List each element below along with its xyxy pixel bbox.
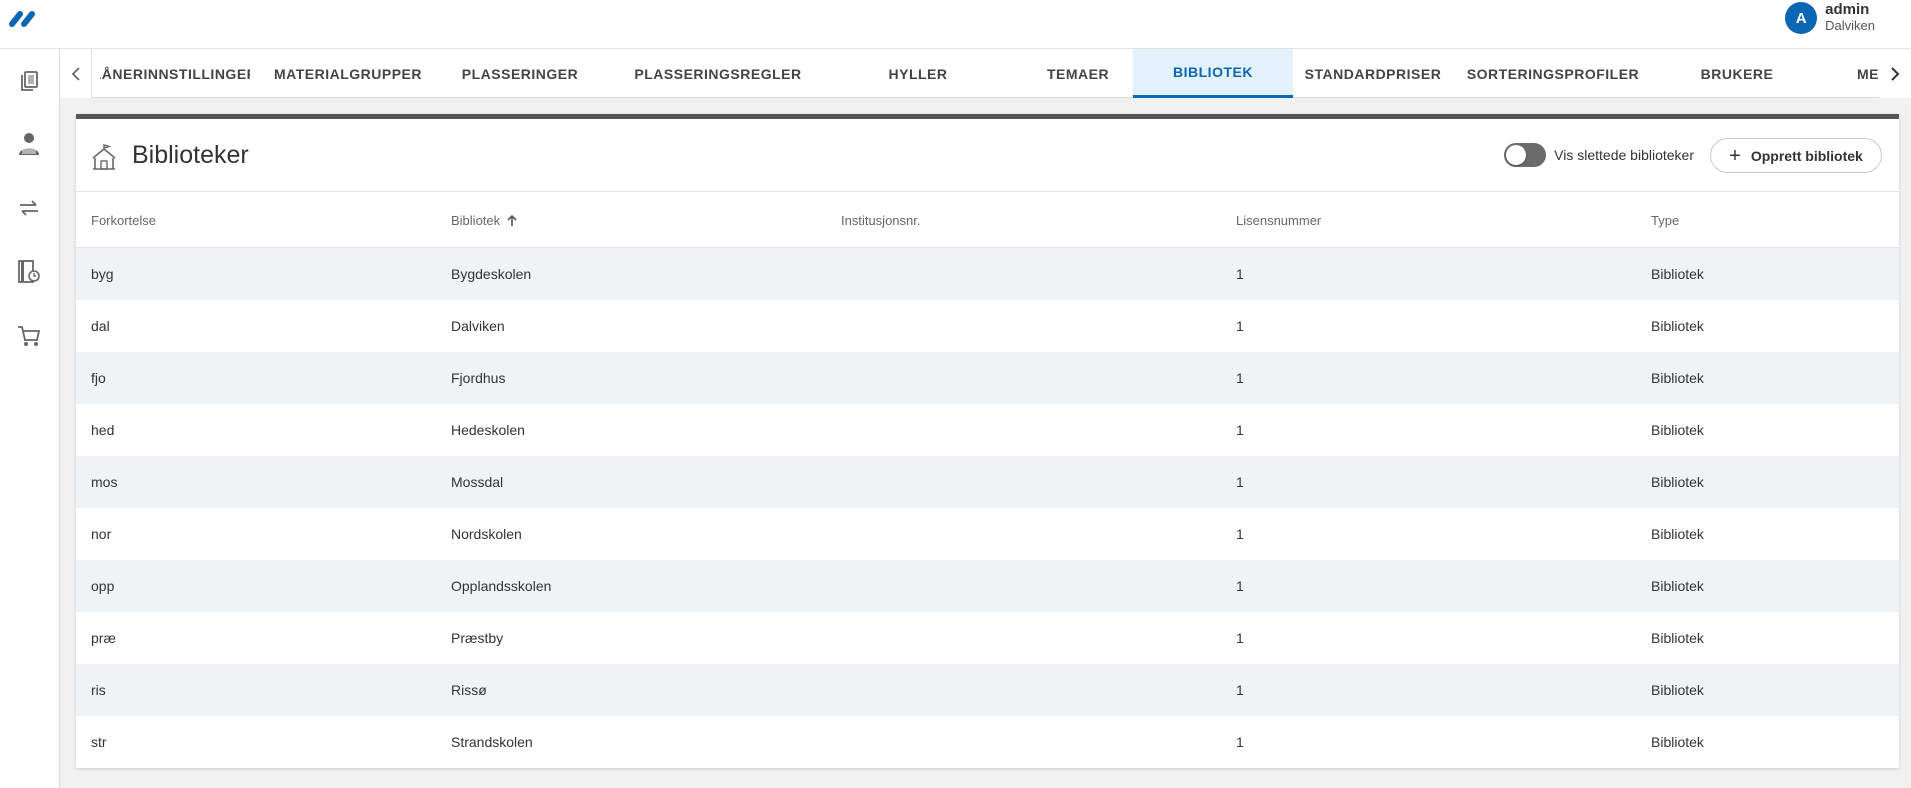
cell-abbreviation: str [91, 734, 107, 750]
cell-license-number: 1 [1236, 318, 1244, 334]
tab-more[interactable]: ME [1857, 49, 1879, 98]
tab-plasseringsregler[interactable]: PLASSERINGSREGLER [618, 49, 818, 98]
cell-license-number: 1 [1236, 370, 1244, 386]
table-row[interactable]: dal Dalviken 1 Bibliotek [76, 300, 1899, 352]
cell-abbreviation: hed [91, 422, 115, 438]
tabs-scroll-left-button[interactable] [60, 49, 92, 98]
tab-standardpriser[interactable]: STANDARDPRISER [1293, 49, 1453, 98]
table-row[interactable]: str Strandskolen 1 Bibliotek [76, 716, 1899, 768]
cell-license-number: 1 [1236, 734, 1244, 750]
cell-type: Bibliotek [1651, 734, 1704, 750]
table-row[interactable]: byg Bygdeskolen 1 Bibliotek [76, 248, 1899, 300]
cell-library-name: Fjordhus [451, 370, 506, 386]
create-library-button[interactable]: + Opprett bibliotek [1710, 138, 1882, 173]
table-row[interactable]: fjo Fjordhus 1 Bibliotek [76, 352, 1899, 404]
tab-brukere[interactable]: BRUKERE [1657, 49, 1817, 98]
table-row[interactable]: ris Rissø 1 Bibliotek [76, 664, 1899, 716]
cell-abbreviation: fjo [91, 370, 106, 386]
cell-type: Bibliotek [1651, 682, 1704, 698]
page-title: Biblioteker [132, 141, 249, 169]
cell-license-number: 1 [1236, 630, 1244, 646]
tab-sorteringsprofiler[interactable]: SORTERINGSPROFILER [1453, 49, 1653, 98]
cell-license-number: 1 [1236, 578, 1244, 594]
create-library-label: Opprett bibliotek [1750, 147, 1863, 164]
show-deleted-toggle[interactable] [1504, 143, 1546, 167]
app-logo[interactable] [8, 8, 46, 30]
column-header-forkortelse[interactable]: Forkortelse [91, 213, 156, 228]
table-row[interactable]: hed Hedeskolen 1 Bibliotek [76, 404, 1899, 456]
cell-abbreviation: mos [91, 474, 118, 490]
show-deleted-label[interactable]: Vis slettede biblioteker [1554, 147, 1694, 163]
cell-type: Bibliotek [1651, 630, 1704, 646]
cell-abbreviation: byg [91, 266, 114, 282]
cell-abbreviation: ris [91, 682, 106, 698]
cell-type: Bibliotek [1651, 266, 1704, 282]
cell-abbreviation: præ [91, 630, 116, 646]
cell-license-number: 1 [1236, 474, 1244, 490]
plus-icon: + [1729, 144, 1741, 167]
tab-hyller[interactable]: HYLLER [838, 49, 998, 98]
cell-library-name: Rissø [451, 682, 487, 698]
cart-icon[interactable] [14, 321, 44, 351]
cell-library-name: Mossdal [451, 474, 504, 490]
cell-license-number: 1 [1236, 422, 1244, 438]
cell-type: Bibliotek [1651, 370, 1704, 386]
column-header-bibliotek[interactable]: Bibliotek [451, 213, 519, 228]
panel-header: Biblioteker Vis slettede biblioteker + O… [76, 119, 1899, 192]
libraries-panel: Biblioteker Vis slettede biblioteker + O… [76, 114, 1899, 768]
sidebar [0, 49, 60, 788]
person-reading-icon[interactable] [14, 129, 44, 159]
cell-license-number: 1 [1236, 526, 1244, 542]
column-header-lisensnummer[interactable]: Lisensnummer [1236, 213, 1321, 228]
table-row[interactable]: opp Opplandsskolen 1 Bibliotek [76, 560, 1899, 612]
book-clock-icon[interactable] [14, 257, 44, 287]
user-name: admin [1825, 1, 1870, 18]
cell-library-name: Bygdeskolen [451, 266, 532, 282]
cell-library-name: Strandskolen [451, 734, 533, 750]
user-organization: Dalviken [1825, 18, 1875, 33]
avatar[interactable]: A [1785, 2, 1818, 34]
table-header: Forkortelse Bibliotek Institusjonsnr. Li… [76, 192, 1899, 248]
cell-library-name: Opplandsskolen [451, 578, 552, 594]
table-row[interactable]: præ Præstby 1 Bibliotek [76, 612, 1899, 664]
chevron-left-icon [71, 66, 80, 81]
cell-library-name: Dalviken [451, 318, 505, 334]
column-header-type[interactable]: Type [1651, 213, 1679, 228]
cell-library-name: Præstby [451, 630, 504, 646]
cell-abbreviation: dal [91, 318, 110, 334]
library-building-icon [92, 144, 116, 170]
cell-license-number: 1 [1236, 682, 1244, 698]
cell-type: Bibliotek [1651, 474, 1704, 490]
tab-laaner-innstillinger[interactable]: LÅNERINNSTILLINGER [100, 49, 250, 98]
chevron-right-icon [1891, 66, 1900, 81]
column-header-bibliotek-label: Bibliotek [451, 213, 501, 228]
table-row[interactable]: nor Nordskolen 1 Bibliotek [76, 508, 1899, 560]
tab-bar: LÅNERINNSTILLINGER MATERIALGRUPPER PLASS… [60, 49, 1911, 98]
cell-type: Bibliotek [1651, 422, 1704, 438]
tabs-scroll-right-button[interactable] [1879, 49, 1911, 98]
cell-type: Bibliotek [1651, 526, 1704, 542]
user-menu[interactable]: A admin Dalviken [1785, 0, 1875, 36]
cell-license-number: 1 [1236, 266, 1244, 282]
swap-arrows-icon[interactable] [14, 193, 44, 223]
cell-abbreviation: opp [91, 578, 115, 594]
cell-type: Bibliotek [1651, 318, 1704, 334]
tab-materialgrupper[interactable]: MATERIALGRUPPER [268, 49, 428, 98]
sort-ascending-icon [507, 214, 517, 226]
tab-bibliotek[interactable]: BIBLIOTEK [1133, 49, 1293, 98]
table-body: byg Bygdeskolen 1 Bibliotek dal Dalviken… [76, 248, 1899, 768]
documents-icon[interactable] [14, 66, 44, 96]
cell-library-name: Nordskolen [451, 526, 522, 542]
toggle-knob [1506, 145, 1526, 165]
cell-type: Bibliotek [1651, 578, 1704, 594]
tab-plasseringer[interactable]: PLASSERINGER [440, 49, 600, 98]
table-row[interactable]: mos Mossdal 1 Bibliotek [76, 456, 1899, 508]
cell-abbreviation: nor [91, 526, 112, 542]
column-header-institusjonsnr[interactable]: Institusjonsnr. [841, 213, 921, 228]
top-bar: A admin Dalviken [0, 0, 1911, 49]
cell-library-name: Hedeskolen [451, 422, 525, 438]
